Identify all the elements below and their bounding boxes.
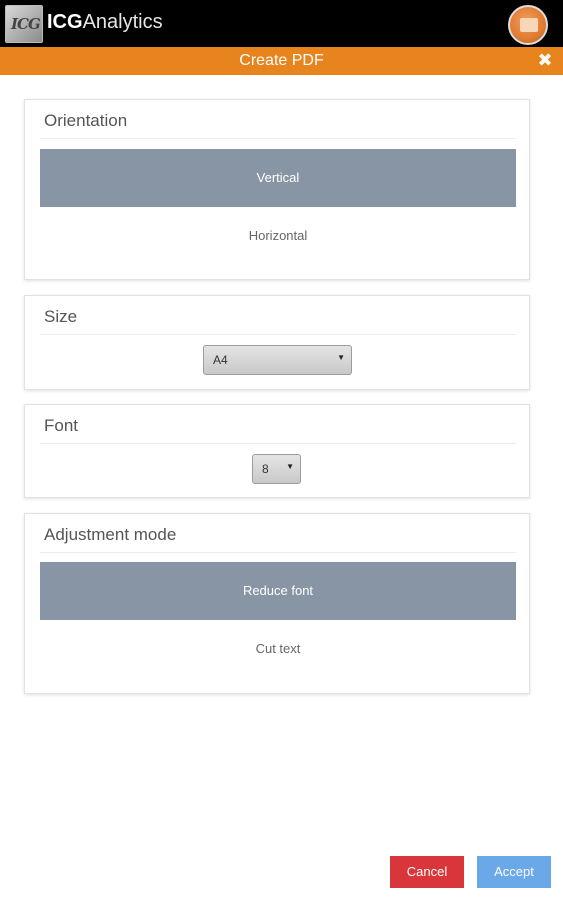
brand-rest: Analytics: [82, 11, 163, 33]
dialog-titlebar: Create PDF ✖: [0, 47, 563, 75]
dialog-title: Create PDF: [239, 52, 324, 69]
logo-text: ICG: [11, 15, 41, 33]
close-icon[interactable]: ✖: [535, 50, 555, 70]
divider: [40, 552, 516, 553]
font-select[interactable]: 8 ▼: [252, 454, 301, 484]
divider: [40, 138, 516, 139]
orientation-option-vertical[interactable]: Vertical: [40, 149, 516, 207]
divider: [40, 334, 516, 335]
dropdown-arrow-icon: ▼: [337, 353, 345, 362]
app-brand: ICGAnalytics: [47, 11, 163, 34]
divider: [40, 443, 516, 444]
size-select-value: A4: [213, 353, 228, 367]
size-select[interactable]: A4 ▼: [203, 345, 352, 375]
size-panel: Size A4 ▼: [24, 295, 530, 390]
orientation-heading: Orientation: [44, 111, 128, 130]
font-panel: Font 8 ▼: [24, 404, 530, 498]
app-header: ICG ICGAnalytics: [0, 0, 563, 47]
font-heading: Font: [44, 416, 79, 435]
cancel-button[interactable]: Cancel: [390, 856, 464, 888]
user-avatar[interactable]: [508, 5, 548, 45]
adjustment-heading: Adjustment mode: [44, 525, 177, 544]
orientation-panel: Orientation Vertical Horizontal: [24, 99, 530, 280]
brand-bold: ICG: [47, 11, 83, 33]
adjustment-option-cut-text[interactable]: Cut text: [40, 620, 516, 678]
font-select-value: 8: [262, 462, 269, 476]
adjustment-option-reduce-font[interactable]: Reduce font: [40, 562, 516, 620]
app-logo: ICG: [5, 5, 43, 43]
accept-button[interactable]: Accept: [477, 856, 551, 888]
orientation-option-horizontal[interactable]: Horizontal: [40, 207, 516, 265]
adjustment-panel: Adjustment mode Reduce font Cut text: [24, 513, 530, 694]
dropdown-arrow-icon: ▼: [286, 462, 294, 471]
avatar-image-icon: [520, 18, 538, 32]
size-heading: Size: [44, 307, 78, 326]
